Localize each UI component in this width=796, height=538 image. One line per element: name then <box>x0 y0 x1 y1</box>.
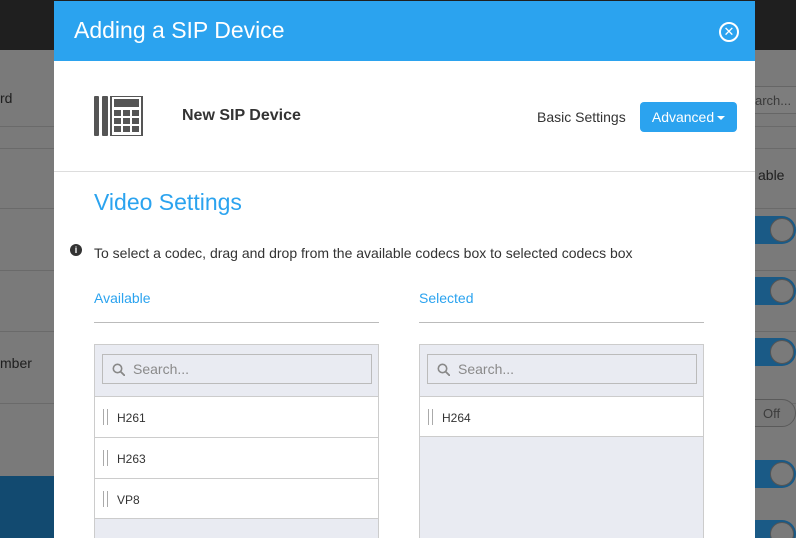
available-codecs-box: H261 H263 VP8 <box>94 344 379 538</box>
available-divider <box>94 322 379 323</box>
selected-codecs-box: H264 <box>419 344 704 538</box>
available-search-input[interactable] <box>133 355 369 383</box>
add-sip-device-dialog: Adding a SIP Device ✕ New SIP Device Bas… <box>54 1 755 538</box>
codec-item-h261[interactable]: H261 <box>95 396 378 437</box>
advanced-label: Advanced <box>651 109 715 125</box>
codec-label: H263 <box>117 452 146 466</box>
selected-label: Selected <box>419 290 474 306</box>
selected-search-input[interactable] <box>458 355 694 383</box>
codec-label: VP8 <box>117 493 140 507</box>
toggle-off-label: Off <box>763 406 781 421</box>
codec-item-vp8[interactable]: VP8 <box>95 478 378 519</box>
codec-label: H261 <box>117 411 146 425</box>
drag-handle-icon[interactable] <box>103 409 108 425</box>
selected-divider <box>419 322 704 323</box>
device-name: New SIP Device <box>182 107 301 124</box>
background-blue-panel <box>0 476 60 538</box>
drag-handle-icon[interactable] <box>103 450 108 466</box>
search-icon <box>112 363 125 376</box>
dialog-title: Adding a SIP Device <box>74 17 285 43</box>
codec-item-h264[interactable]: H264 <box>420 396 703 437</box>
available-label: Available <box>94 290 151 306</box>
codec-item-h263[interactable]: H263 <box>95 437 378 478</box>
selected-codec-list: H264 <box>420 396 703 437</box>
selected-search-box <box>427 354 697 384</box>
available-codec-list: H261 H263 VP8 <box>95 396 378 519</box>
desk-phone-icon <box>94 96 143 136</box>
search-icon <box>437 363 450 376</box>
background-label: rd <box>0 90 13 106</box>
caret-down-icon <box>717 116 726 121</box>
instruction-text: To select a codec, drag and drop from th… <box>94 245 633 261</box>
available-search-box <box>102 354 372 384</box>
section-title: Video Settings <box>94 189 242 215</box>
dialog-header: Adding a SIP Device ✕ <box>54 1 755 61</box>
drag-handle-icon[interactable] <box>428 409 433 425</box>
codec-label: H264 <box>442 411 471 425</box>
info-icon: i <box>70 244 82 256</box>
background-label: mber <box>0 355 32 371</box>
device-summary-bar: New SIP Device Basic Settings Advanced <box>54 61 755 172</box>
drag-handle-icon[interactable] <box>103 491 108 507</box>
basic-settings-tab[interactable]: Basic Settings <box>537 109 626 125</box>
background-column-header: able <box>758 167 785 183</box>
close-icon[interactable]: ✕ <box>719 22 739 42</box>
advanced-dropdown-button[interactable]: Advanced <box>640 102 737 132</box>
